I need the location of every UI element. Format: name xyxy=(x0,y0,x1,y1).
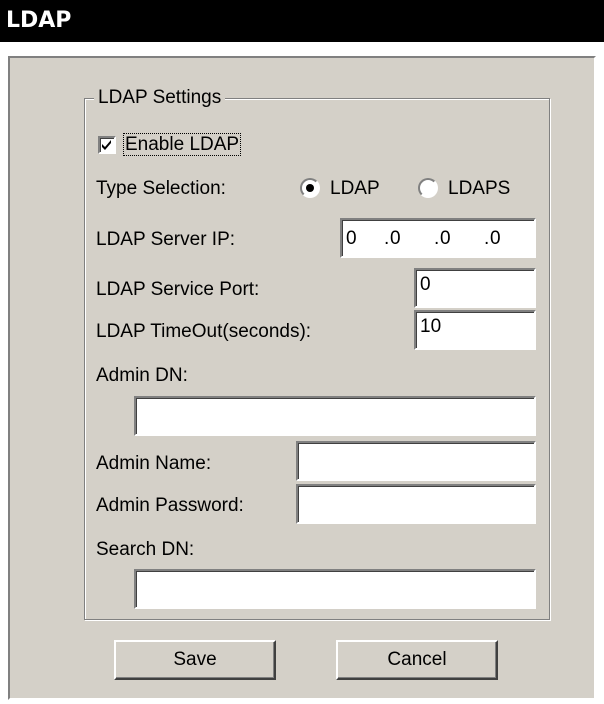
radio-ldaps[interactable] xyxy=(418,178,438,198)
admin-name-label: Admin Name: xyxy=(96,453,212,474)
timeout-label: LDAP TimeOut(seconds): xyxy=(96,321,312,342)
ip-octet-3[interactable]: 0 xyxy=(440,224,451,254)
ip-octet-1[interactable]: 0 xyxy=(346,224,357,254)
admin-password-label: Admin Password: xyxy=(96,495,244,516)
enable-ldap-label-wrap[interactable]: Enable LDAP xyxy=(122,133,242,157)
checkmark-icon xyxy=(102,140,111,150)
ip-separator: . xyxy=(434,228,440,249)
window-title: LDAP xyxy=(6,8,72,33)
admin-dn-label: Admin DN: xyxy=(96,365,188,386)
timeout-input[interactable]: 10 xyxy=(414,310,536,350)
enable-ldap-label[interactable]: Enable LDAP xyxy=(122,133,242,156)
server-ip-label: LDAP Server IP: xyxy=(96,229,236,250)
service-port-label: LDAP Service Port: xyxy=(96,279,260,300)
enable-ldap-checkbox[interactable] xyxy=(98,136,116,154)
search-dn-input[interactable] xyxy=(134,569,536,609)
radio-ldaps-label[interactable]: LDAPS xyxy=(448,177,510,201)
service-port-input[interactable]: 0 xyxy=(414,268,536,308)
search-dn-label: Search DN: xyxy=(96,539,195,560)
ip-separator: . xyxy=(384,228,390,249)
radio-selected-dot xyxy=(306,184,314,192)
groupbox-legend: LDAP Settings xyxy=(94,86,226,110)
save-button[interactable]: Save xyxy=(114,640,276,680)
cancel-button[interactable]: Cancel xyxy=(336,640,498,680)
admin-name-input[interactable] xyxy=(296,441,536,481)
radio-ldap[interactable] xyxy=(300,178,320,198)
ip-octet-2[interactable]: 0 xyxy=(390,224,401,254)
admin-password-input[interactable] xyxy=(296,484,536,524)
ip-separator: . xyxy=(484,228,490,249)
admin-dn-input[interactable] xyxy=(134,396,536,436)
window-title-bar: LDAP xyxy=(0,0,604,42)
radio-ldap-label[interactable]: LDAP xyxy=(330,177,380,201)
ip-octet-4[interactable]: 0 xyxy=(490,224,501,254)
type-selection-label: Type Selection: xyxy=(96,178,226,199)
server-ip-field[interactable]: 0 . 0 . 0 . 0 xyxy=(340,218,536,258)
